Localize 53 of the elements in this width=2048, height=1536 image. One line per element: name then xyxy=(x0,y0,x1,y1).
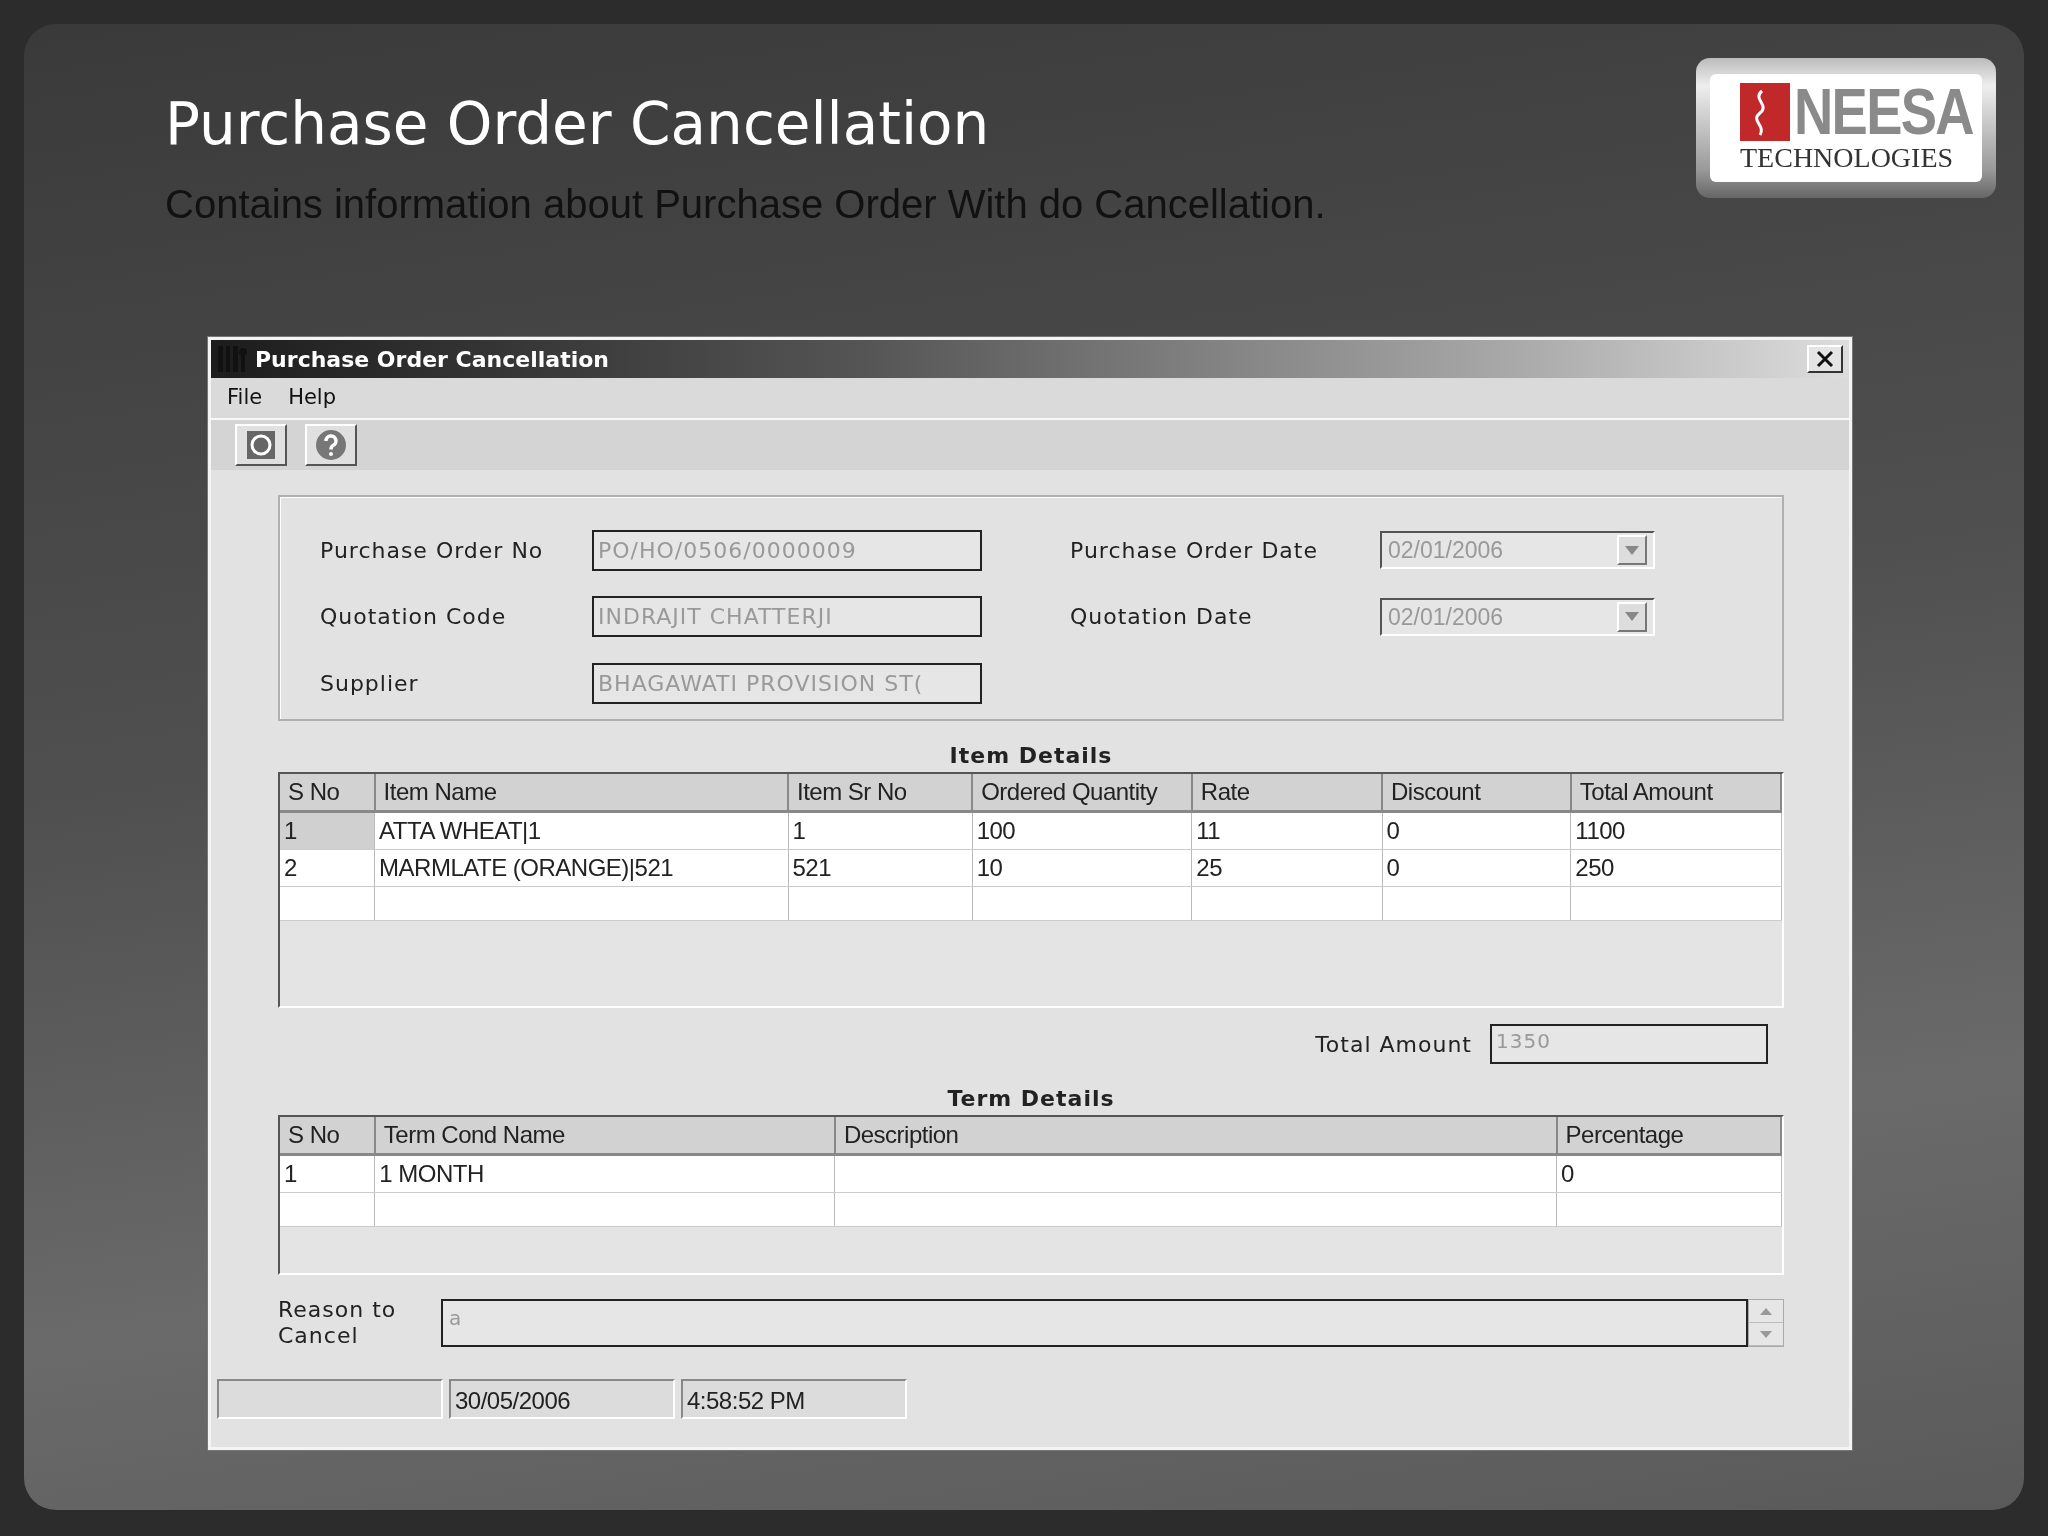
column-header[interactable]: Description xyxy=(834,1117,1557,1155)
table-cell: 2 xyxy=(280,849,375,887)
column-header[interactable]: S No xyxy=(280,774,375,812)
field-label: Purchase Order No xyxy=(320,536,545,565)
table-cell: 1 xyxy=(788,811,973,850)
column-header[interactable]: Discount xyxy=(1382,774,1571,812)
window-title: Purchase Order Cancellation xyxy=(255,345,609,374)
column-header[interactable]: Rate xyxy=(1191,774,1382,812)
menu-item[interactable]: Help xyxy=(288,382,337,414)
column-header[interactable]: Term Cond Name xyxy=(374,1117,835,1155)
table-cell: 0 xyxy=(1556,1154,1781,1193)
status-text: 4:58:52 PM xyxy=(681,1379,907,1419)
dropdown-icon xyxy=(1625,545,1639,555)
close-button[interactable] xyxy=(1807,345,1843,373)
table-cell: 0 xyxy=(1382,811,1571,850)
table-cell: 1 xyxy=(280,811,375,850)
section-title: Item Details xyxy=(948,742,1114,770)
field-label: Supplier xyxy=(320,670,420,699)
logo-tagline: TECHNOLOGIES xyxy=(1740,144,1955,172)
field-label: Quotation Code xyxy=(320,603,508,632)
logo-icon xyxy=(1740,83,1790,141)
dropdown-icon xyxy=(1625,612,1639,622)
field-label: Quotation Date xyxy=(1070,603,1254,632)
column-header[interactable]: Item Name xyxy=(374,774,788,812)
column-header[interactable]: Ordered Quantity xyxy=(972,774,1192,812)
table-cell: 521 xyxy=(788,849,973,887)
column-header[interactable]: S No xyxy=(280,1117,375,1155)
menu-item[interactable]: File xyxy=(227,382,263,414)
table-cell: 100 xyxy=(972,811,1192,850)
close-icon xyxy=(1816,350,1834,368)
logo-name: NEESA xyxy=(1794,80,1973,144)
table-cell: 1 xyxy=(280,1154,375,1193)
table-cell: 1 MONTH xyxy=(374,1154,835,1193)
reason-label: Reason to Cancel xyxy=(278,1297,398,1349)
table-cell: 250 xyxy=(1570,849,1781,887)
help-button[interactable] xyxy=(305,424,357,466)
help-icon xyxy=(315,429,347,461)
table-cell: 25 xyxy=(1191,849,1382,887)
column-header[interactable]: Total Amount xyxy=(1570,774,1781,812)
table-cell: 11 xyxy=(1191,811,1382,850)
table-cell: 1100 xyxy=(1570,811,1781,850)
total-label: Total Amount xyxy=(1315,1030,1472,1059)
column-header[interactable]: Item Sr No xyxy=(788,774,973,812)
status-text: 30/05/2006 xyxy=(449,1379,675,1419)
column-header[interactable]: Percentage xyxy=(1556,1117,1781,1155)
section-title: Term Details xyxy=(946,1085,1116,1113)
field-label: Purchase Order Date xyxy=(1070,536,1319,565)
slide-title: Purchase Order Cancellation xyxy=(165,90,991,160)
table-cell: 10 xyxy=(972,849,1192,887)
toolbar-button[interactable] xyxy=(235,424,287,466)
table-cell: MARMLATE (ORANGE)|521 xyxy=(374,849,788,887)
table-cell: ATTA WHEAT|1 xyxy=(374,811,788,850)
table-cell: 0 xyxy=(1382,849,1571,887)
